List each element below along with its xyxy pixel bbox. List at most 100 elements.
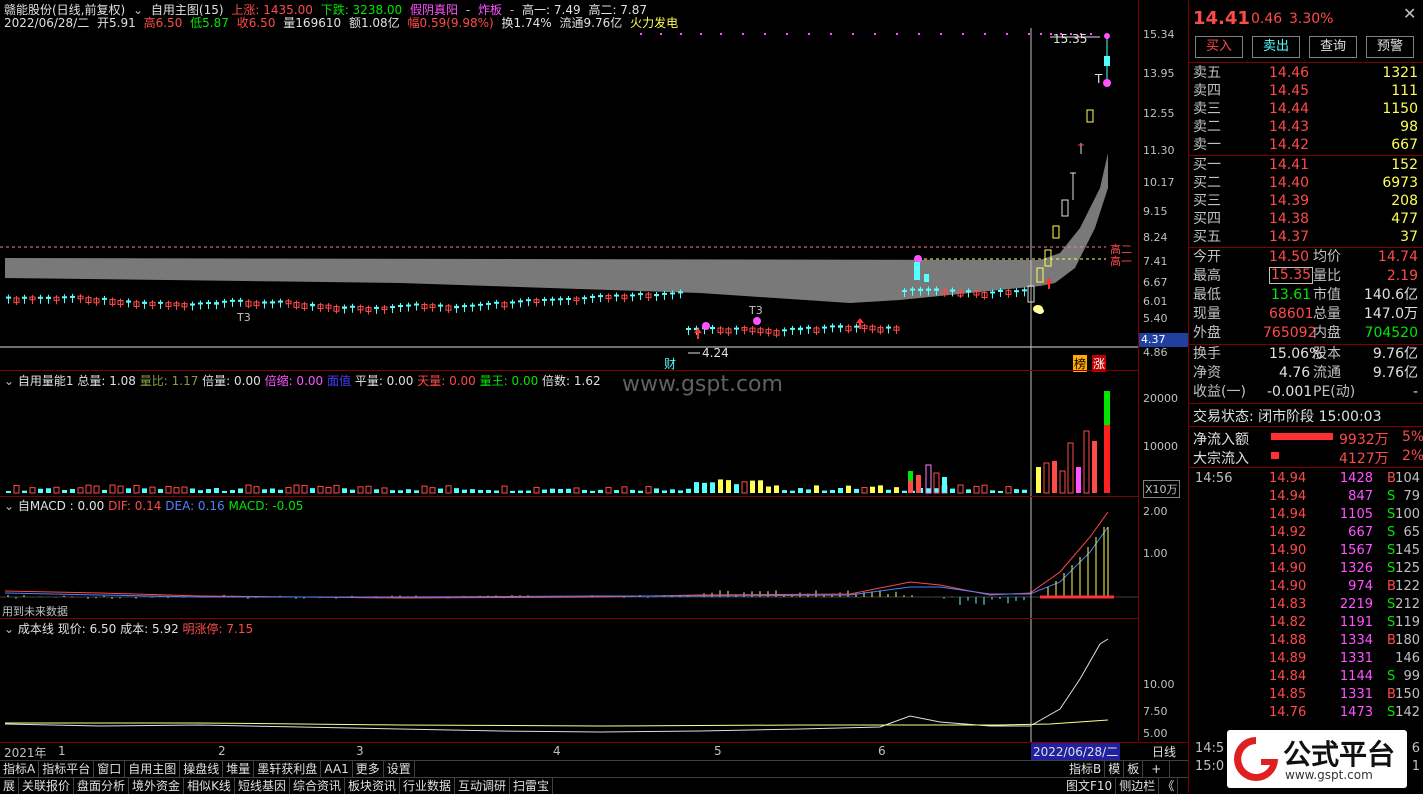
zoom-in-button[interactable]: + — [1143, 761, 1171, 777]
tick-row[interactable]: 14:56 14.94 1428 B 104 — [1191, 470, 1422, 488]
tab-aa1[interactable]: AA1 — [321, 761, 353, 777]
tick-count: 145 — [1395, 543, 1420, 558]
tick-side: S — [1387, 489, 1396, 504]
rally-volume — [908, 391, 1110, 494]
tab-duiliang[interactable]: 堆量 — [223, 761, 255, 777]
logo-url: www.gspt.com — [1285, 768, 1373, 782]
tab-mine-clear[interactable]: 扫雷宝 — [510, 778, 554, 794]
tick-count: 150 — [1395, 687, 1420, 702]
tab-indicator-platform[interactable]: 指标平台 — [39, 761, 95, 777]
axis-tick: 4.86 — [1143, 346, 1168, 359]
macd-chart — [0, 497, 1138, 618]
tick-count: 122 — [1395, 579, 1420, 594]
time-month: 2 — [218, 744, 226, 758]
volume-bars — [6, 371, 1110, 496]
chart-area[interactable]: 赣能股份(日线,前复权) ⌄ 自用主图(15) 上涨: 1435.00 下跌: … — [0, 0, 1138, 760]
quote-panel: 14.41 0.46 3.30% ✕ 买入 卖出 查询 预警 卖五 14.46 13… — [1188, 0, 1423, 793]
tab-panel-analysis[interactable]: 盘面分析 — [74, 778, 130, 794]
tick-side: S — [1387, 669, 1396, 684]
tick-row[interactable]: 14.92 667 S 65 — [1191, 524, 1422, 542]
price-axis[interactable]: 15.34 13.95 12.55 11.30 10.17 9.15 8.24 … — [1138, 0, 1189, 759]
tick-row[interactable]: 14.90 1326 S 125 — [1191, 560, 1422, 578]
candlestick-pane[interactable] — [0, 28, 1138, 370]
t3-label-1: T3 — [237, 311, 251, 324]
stat-row: 现量 68601 总量 147.0万 — [1193, 306, 1418, 322]
bid-row[interactable]: 买四 14.38 477 — [1191, 210, 1422, 228]
ask-row[interactable]: 卖四 14.45 111 — [1191, 82, 1422, 100]
tick-row[interactable]: 14.94 847 S 79 — [1191, 488, 1422, 506]
bid-row[interactable]: 买三 14.39 208 — [1191, 192, 1422, 210]
axis-tick: 8.24 — [1143, 231, 1168, 244]
tab-foreign-fund[interactable]: 境外资金 — [129, 778, 185, 794]
tab-ban[interactable]: 板 — [1124, 761, 1144, 777]
tab-window[interactable]: 窗口 — [94, 761, 126, 777]
tab-news[interactable]: 综合资讯 — [290, 778, 345, 794]
tick-row[interactable]: 14.89 1331 146 — [1191, 650, 1422, 668]
period-button[interactable]: 日线 — [1139, 742, 1189, 761]
tab-similar-k[interactable]: 相似K线 — [184, 778, 235, 794]
time-year: 2021年 — [4, 746, 47, 760]
tab-sector-news[interactable]: 板块资讯 — [345, 778, 400, 794]
axis-tick: 7.50 — [1143, 705, 1168, 718]
tick-row[interactable]: 14.82 1191 S 119 — [1191, 614, 1422, 632]
collapse-icon[interactable]: 《 — [1159, 778, 1179, 794]
ask-row[interactable]: 卖五 14.46 1321 — [1191, 64, 1422, 82]
tick-row[interactable]: 14.84 1144 S 99 — [1191, 668, 1422, 686]
tab-mo[interactable]: 模 — [1105, 761, 1125, 777]
tick-row[interactable]: 14.94 1105 S 100 — [1191, 506, 1422, 524]
tick-count: 212 — [1395, 597, 1420, 612]
tick-count: 142 — [1395, 705, 1420, 720]
tab-more[interactable]: 更多 — [353, 761, 384, 777]
axis-tick: 10000 — [1143, 440, 1178, 453]
tick-volume: 1191 — [1339, 615, 1373, 630]
ask-row[interactable]: 卖三 14.44 1150 — [1191, 100, 1422, 118]
tick-row[interactable]: 14.88 1334 B 180 — [1191, 632, 1422, 650]
tab-indicator-a[interactable]: 指标A — [0, 761, 40, 777]
bid-row[interactable]: 买二 14.40 6973 — [1191, 174, 1422, 192]
tick-row[interactable]: 14.85 1331 B 150 — [1191, 686, 1422, 704]
tick-row[interactable]: 14.90 1567 S 145 — [1191, 542, 1422, 560]
axis-tick: 2.00 — [1143, 505, 1168, 518]
tick-side: S — [1387, 597, 1396, 612]
tick-row[interactable]: 14.83 2219 S 212 — [1191, 596, 1422, 614]
tick-count: 125 — [1395, 561, 1420, 576]
ask-row[interactable]: 卖二 14.43 98 — [1191, 118, 1422, 136]
tab-caopan[interactable]: 操盘线 — [180, 761, 224, 777]
time-month: 1 — [58, 744, 66, 758]
buy-button[interactable]: 买入 — [1195, 36, 1243, 58]
bid-row[interactable]: 买一 14.41 152 — [1191, 156, 1422, 174]
trade-status: 交易状态: 闭市阶段 15:00:03 — [1193, 409, 1382, 425]
tick-price: 14.85 — [1269, 687, 1307, 702]
logo-icon — [1234, 737, 1278, 781]
time-month: 4 — [553, 744, 561, 758]
bid-row[interactable]: 买五 14.37 37 — [1191, 228, 1422, 246]
tick-volume: 847 — [1348, 489, 1373, 504]
close-icon[interactable]: ✕ — [1403, 4, 1416, 23]
top-markers — [640, 33, 1092, 35]
tab-industry-data[interactable]: 行业数据 — [400, 778, 455, 794]
tab-short-gene[interactable]: 短线基因 — [235, 778, 290, 794]
tick-row[interactable]: 14.90 974 B 122 — [1191, 578, 1422, 596]
logo-text: 公式平台 — [1283, 738, 1396, 771]
axis-tick: 10.00 — [1143, 678, 1175, 691]
tab-f10[interactable]: 图文F10 — [1063, 778, 1117, 794]
tabbar2-right: 图文F10 侧边栏《 — [1063, 778, 1179, 794]
alert-button[interactable]: 预警 — [1366, 36, 1414, 58]
tick-row[interactable]: 14.76 1473 S 142 — [1191, 704, 1422, 722]
query-button[interactable]: 查询 — [1309, 36, 1357, 58]
axis-tick: 6.01 — [1143, 295, 1168, 308]
tab-expand[interactable]: 展 — [0, 778, 20, 794]
ask-row[interactable]: 卖一 14.42 667 — [1191, 136, 1422, 154]
tab-related-quote[interactable]: 关联报价 — [19, 778, 75, 794]
info-tabbar: 展关联报价 盘面分析 境外资金 相似K线 短线基因 综合资讯 板块资讯 行业数据 互动调研 扫雷宝… — [0, 777, 1188, 794]
tab-settings[interactable]: 设置 — [384, 761, 415, 777]
time-axis[interactable]: 2021年 1 2 3 4 5 6 2022/06/28/二 — [0, 742, 1138, 761]
tab-moxuan[interactable]: 墨轩获利盘 — [254, 761, 322, 777]
tab-indicator-b[interactable]: 指标B — [1066, 761, 1106, 777]
tab-sidebar[interactable]: 侧边栏 — [1116, 778, 1160, 794]
tick-price: 14.90 — [1269, 561, 1307, 576]
tab-interaction[interactable]: 互动调研 — [455, 778, 511, 794]
tab-custom-main[interactable]: 自用主图 — [125, 761, 181, 777]
tick-price: 14.92 — [1269, 525, 1307, 540]
sell-button[interactable]: 卖出 — [1252, 36, 1300, 58]
